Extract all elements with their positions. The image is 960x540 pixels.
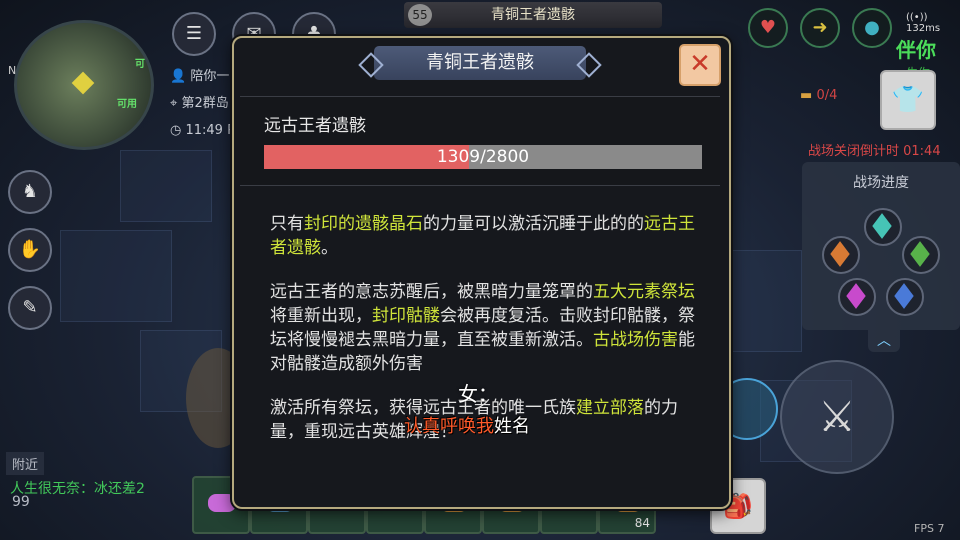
minimap[interactable]: 可 可用 [14,20,154,150]
stamina-indicator: ➜ [800,8,840,48]
highlight-text: 古战场伤害 [593,330,678,350]
emote-button[interactable]: ✋ [8,228,52,272]
body-text: 。 [321,238,338,258]
chevron-up-icon: ︿ [877,333,891,349]
bag-counter: ▬ 0/4 [800,88,837,103]
wave-icon: ✋ [18,239,42,260]
body-text: 远古王者的意志苏醒后，被黑暗力量笼罩的 [270,282,593,302]
horse-icon: ♞ [21,181,39,202]
target-title: 青铜王者遗骸 [491,7,575,23]
overlay-caption: 女： [458,382,498,406]
chat-message-cont: 99 [12,494,30,510]
altar-cube-purple[interactable] [838,278,876,316]
stamina-icon: ➜ [812,17,828,38]
health-indicator: ♥ [748,8,788,48]
overlay-caption-2: 认真呼唤我姓名 [404,412,530,438]
body-text: 的力量可以激活沉睡于此的的 [423,214,644,234]
menu-button[interactable]: ☰ [172,12,216,56]
tab-nearby[interactable]: 附近 [6,452,45,475]
character-button[interactable]: 👕 [880,70,936,130]
description-paragraph: 只有封印的遗骸晶石的力量可以激活沉睡于此的的远古王者遗骸。 [270,212,700,260]
minimap-label: 可 [135,59,145,70]
highlight-text: 五大元素祭坛 [593,282,695,302]
bag-count-value: 0/4 [816,88,838,103]
attack-button[interactable]: ⚔ [780,360,894,474]
water-indicator: ● [852,8,892,48]
overlay-red-text: 认真呼唤我 [404,416,494,437]
battlefield-countdown: 战场关闭倒计时 01:44 [808,144,941,159]
target-title-bar: 青铜王者遗骸 [404,2,662,28]
overlay-white-text: 姓名 [494,416,530,437]
shirt-icon: 👕 [891,85,925,115]
ping-readout: ((•)) 132ms [906,12,940,34]
collapse-panel-button[interactable]: ︿ [868,330,900,352]
description-paragraph: 远古王者的意志苏醒后，被黑暗力量笼罩的五大元素祭坛将重新出现，封印骷髅会被再度复… [270,280,700,376]
target-level-badge: 55 [408,4,432,26]
body-text: 将重新出现， [270,306,372,326]
dialog-title: 青铜王者遗骸 [374,46,586,80]
highlight-text: 封印骷髅 [372,306,440,326]
chest-icon: ▬ [800,88,813,103]
slot-count: 84 [634,516,650,530]
speech-bubble-icon: ✎ [22,297,38,318]
clock-icon: ◷ [170,123,182,138]
close-icon: ✕ [689,49,711,79]
altar-cube-cyan[interactable] [864,208,902,246]
person-icon: 👤 [170,69,187,84]
highlight-text: 封印的遗骸晶石 [304,214,423,234]
chat-button[interactable]: ✎ [8,286,52,330]
boss-hp-text: 1309/2800 [436,147,530,167]
player-marker-icon [71,71,95,95]
ally-name: 伴你 [896,38,936,62]
chat-message: 人生很无奈：冰还差2 [10,481,145,497]
battle-progress-panel: 战场进度 [802,162,960,330]
highlight-text: 建立部落 [576,398,644,418]
altar-cube-green[interactable] [902,236,940,274]
boss-info-dialog: 青铜王者遗骸 ✕ 远古王者遗骸 1309/2800 只有封印的遗骸晶石的力量可以… [232,36,731,509]
battle-progress-title: 战场进度 [853,175,909,191]
boss-hp-bar: 1309/2800 [264,145,702,169]
boss-name: 远古王者遗骸 [264,116,366,136]
list-icon: ☰ [185,23,203,44]
mount-button[interactable]: ♞ [8,170,52,214]
sword-icon: ⚔ [818,392,856,441]
ping-value: 132ms [906,23,941,34]
wifi-icon: ((•)) [906,12,928,23]
close-button[interactable]: ✕ [679,44,721,86]
boss-status: 远古王者遗骸 1309/2800 [240,96,720,186]
altar-cube-orange[interactable] [822,236,860,274]
fps-readout: FPS 7 [914,522,945,535]
minimap-label: 可用 [117,99,137,110]
body-text: 只有 [270,214,304,234]
water-icon: ● [864,17,880,38]
heart-icon: ♥ [759,17,777,38]
location-pin-icon: ⌖ [170,96,178,111]
compass-north: N [8,64,17,77]
altar-cube-blue[interactable] [886,278,924,316]
